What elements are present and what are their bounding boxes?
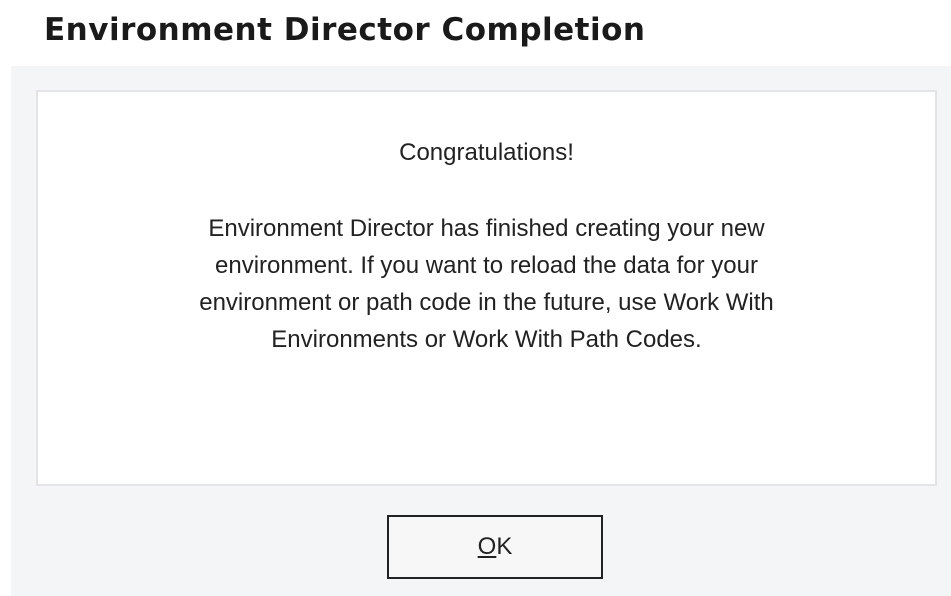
completion-message: Environment Director has finished creati… — [38, 210, 935, 358]
message-line: environment or path code in the future, … — [199, 289, 774, 316]
dialog-body: Congratulations! Environment Director ha… — [11, 66, 951, 596]
ok-button-label: K — [496, 533, 513, 560]
page: Environment Director Completion Congratu… — [0, 0, 951, 596]
message-panel: Congratulations! Environment Director ha… — [36, 90, 937, 486]
message-line: Environments or Work With Path Codes. — [271, 326, 702, 353]
message-line: environment. If you want to reload the d… — [215, 252, 758, 279]
congratulations-heading: Congratulations! — [399, 139, 574, 166]
dialog-title: Environment Director Completion — [44, 12, 646, 48]
ok-button[interactable]: OK — [387, 515, 603, 579]
ok-button-mnemonic: O — [477, 533, 497, 560]
message-line: Environment Director has finished creati… — [208, 215, 765, 242]
